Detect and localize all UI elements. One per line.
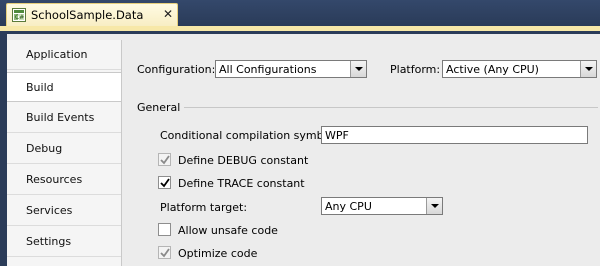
define-trace-checkbox[interactable] [158, 176, 171, 189]
platform-dropdown[interactable]: Active (Any CPU) [442, 60, 597, 78]
close-icon[interactable]: ✕ [161, 6, 175, 22]
check-icon [160, 248, 170, 258]
configuration-value: All Configurations [219, 63, 317, 76]
conditional-symbols-input[interactable]: WPF [321, 126, 588, 144]
section-title-general: General [137, 101, 181, 114]
optimize-label: Optimize code [178, 247, 258, 260]
build-page: Configuration: All Configurations Platfo… [121, 40, 600, 266]
sidebar-item-build-events[interactable]: Build Events [7, 103, 121, 133]
symbols-label: Conditional compilation symbols: [160, 129, 343, 142]
chevron-down-icon[interactable] [350, 61, 366, 77]
define-debug-checkbox[interactable] [158, 153, 171, 166]
allow-unsafe-label: Allow unsafe code [178, 224, 278, 237]
tab-title: SchoolSample.Data [31, 8, 144, 22]
platform-target-value: Any CPU [325, 200, 372, 213]
section-divider [184, 107, 598, 108]
define-debug-label: Define DEBUG constant [178, 154, 309, 167]
check-icon [160, 178, 170, 188]
property-pages-sidebar: Application Build Build Events Debug Res… [7, 40, 123, 266]
configuration-dropdown[interactable]: All Configurations [215, 60, 367, 78]
document-tab[interactable]: C# SchoolSample.Data ✕ [6, 3, 178, 26]
platform-label: Platform: [390, 63, 441, 76]
allow-unsafe-checkbox[interactable] [158, 223, 171, 236]
svg-text:C#: C# [15, 14, 24, 21]
platform-target-dropdown[interactable]: Any CPU [321, 197, 443, 215]
check-icon [160, 155, 170, 165]
optimize-checkbox[interactable] [158, 246, 171, 259]
sidebar-item-debug[interactable]: Debug [7, 134, 121, 164]
sidebar-item-build[interactable]: Build [7, 72, 123, 102]
sidebar-item-resources[interactable]: Resources [7, 165, 121, 195]
platform-target-label: Platform target: [160, 201, 248, 214]
project-icon: C# [12, 8, 26, 22]
configuration-label: Configuration: [137, 63, 216, 76]
sidebar-item-settings[interactable]: Settings [7, 227, 121, 257]
define-trace-label: Define TRACE constant [178, 177, 305, 190]
platform-value: Active (Any CPU) [446, 63, 539, 76]
sidebar-item-application[interactable]: Application [7, 40, 121, 70]
chevron-down-icon[interactable] [426, 198, 442, 214]
symbols-value: WPF [325, 129, 349, 142]
sidebar-item-services[interactable]: Services [7, 196, 121, 226]
chevron-down-icon[interactable] [580, 61, 596, 77]
